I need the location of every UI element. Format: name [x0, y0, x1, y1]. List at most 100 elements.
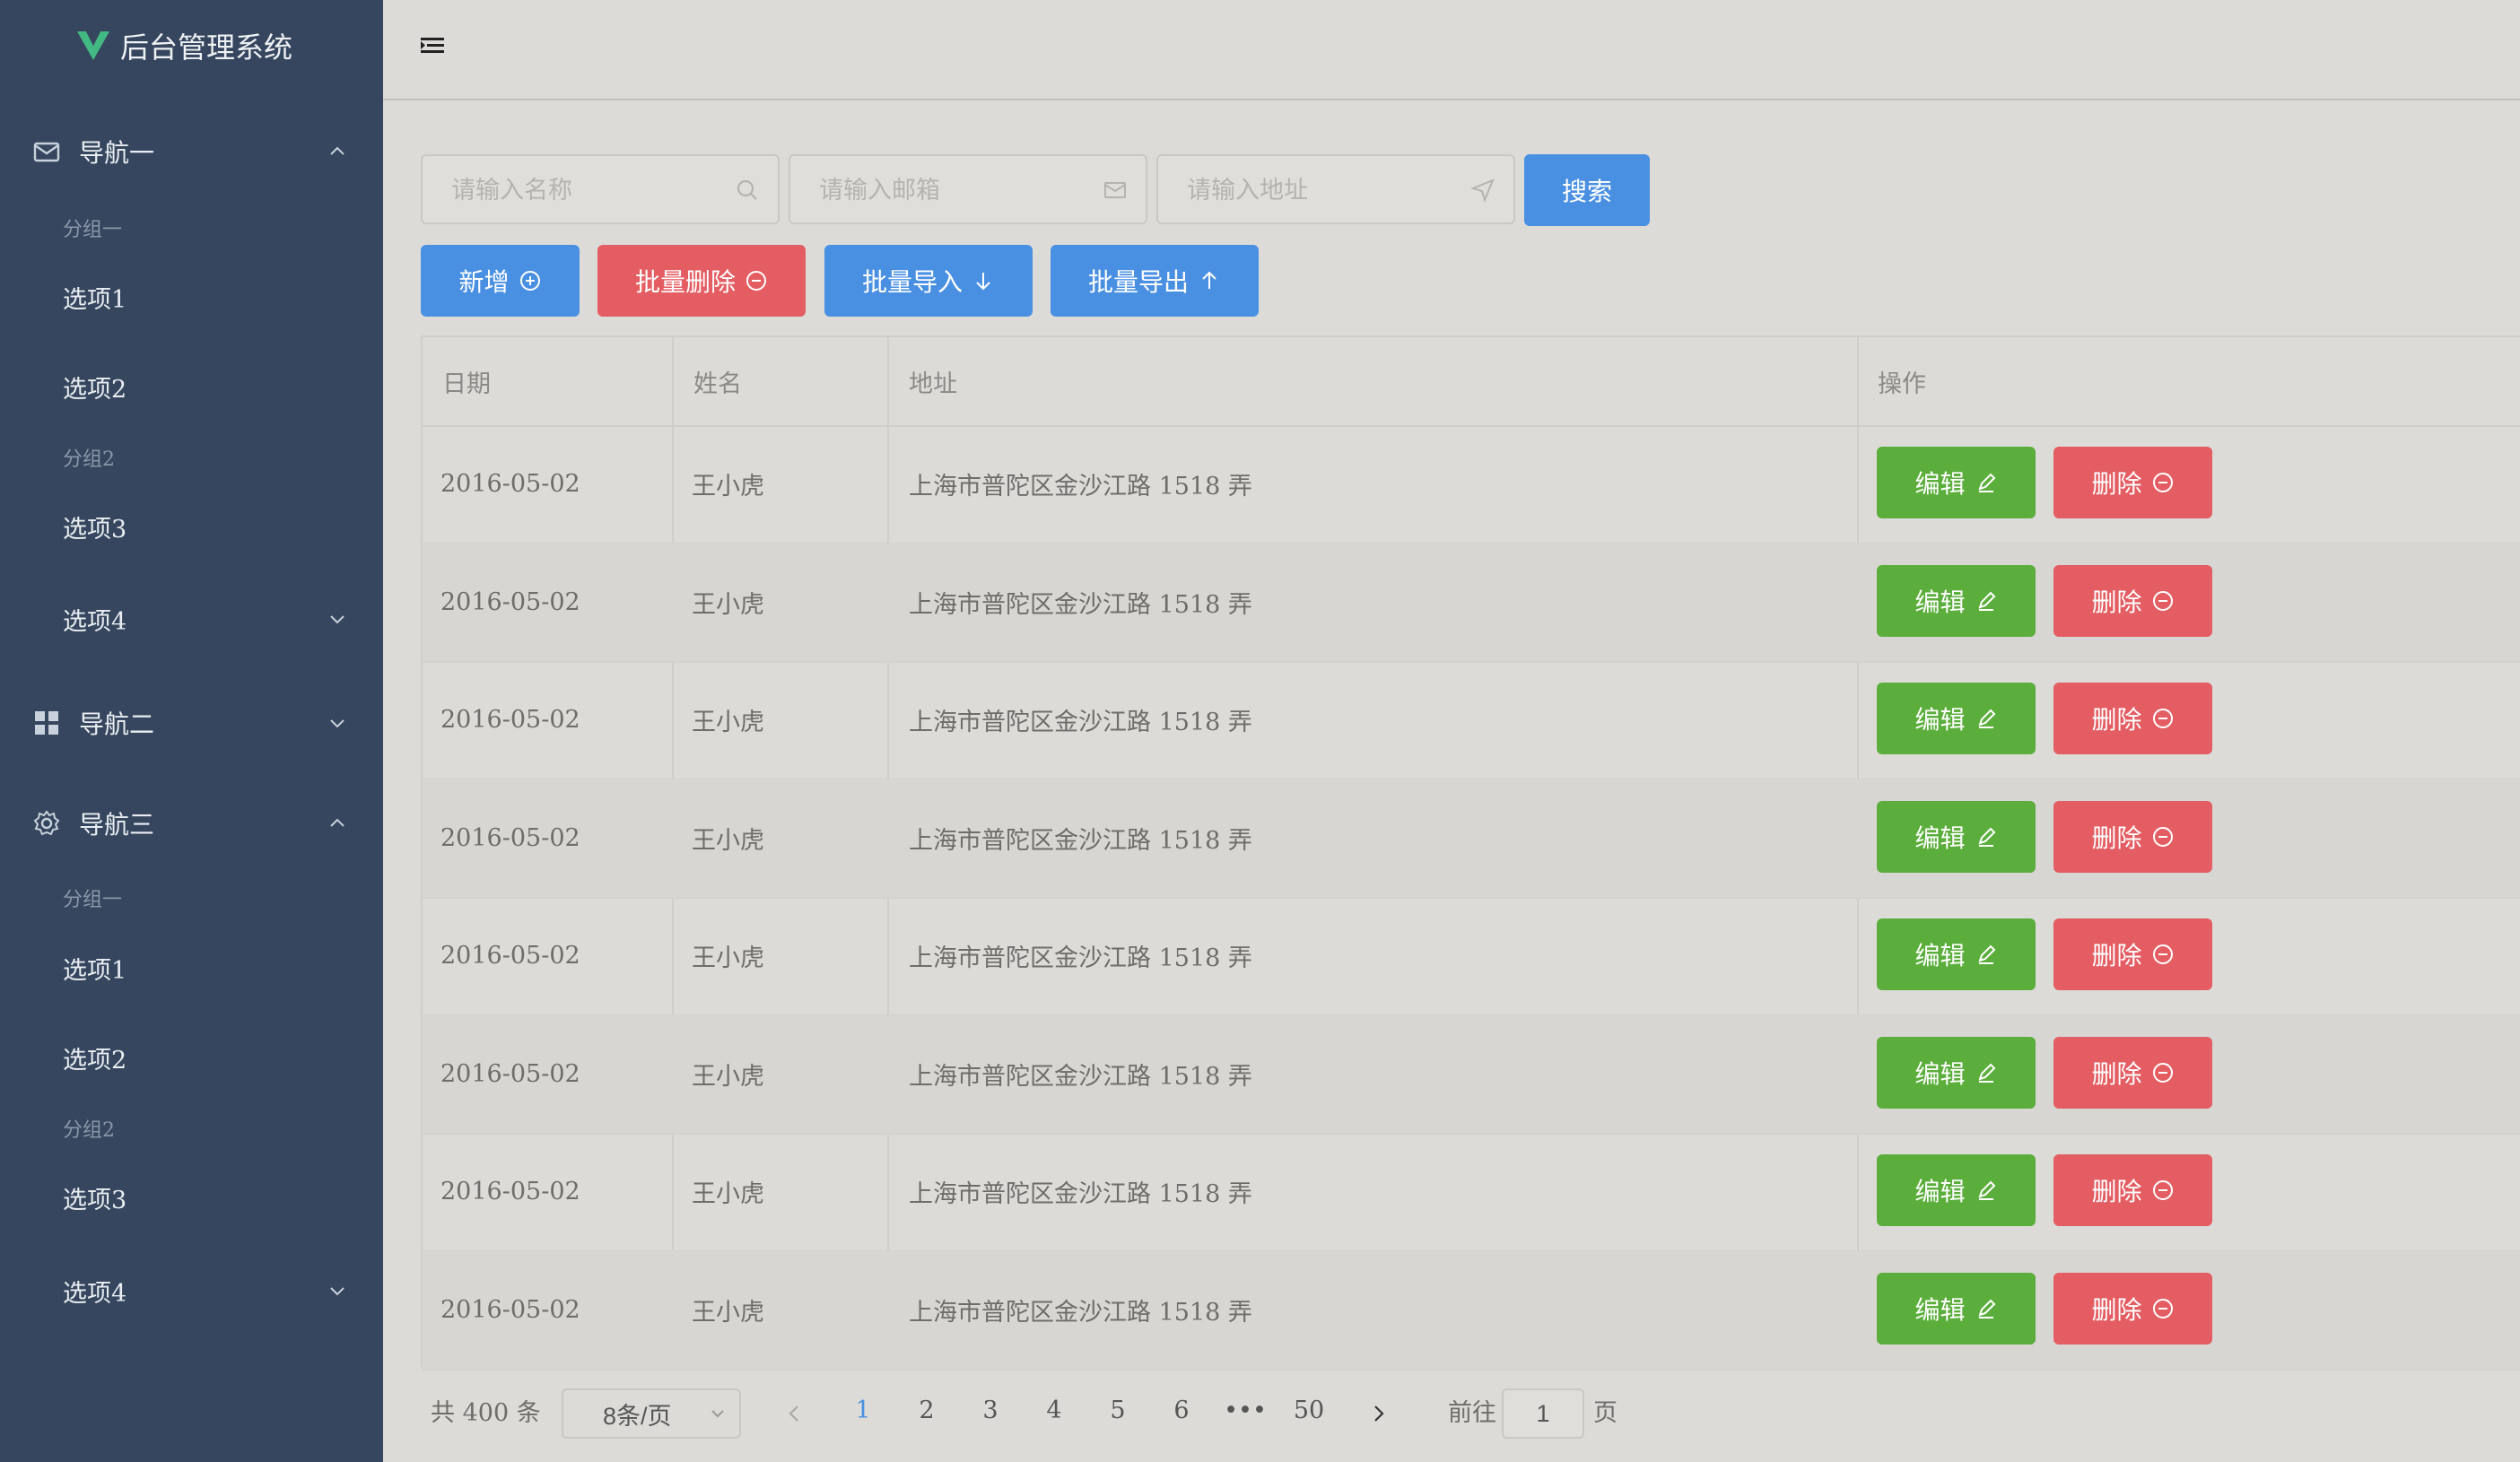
cell-date: 2016-05-02 — [440, 1178, 580, 1205]
delete-button[interactable]: 删除 — [2053, 918, 2212, 990]
delete-button[interactable]: 删除 — [2053, 1154, 2212, 1226]
cell-address: 上海市普陀区金沙江路 1518 弄 — [909, 473, 1252, 500]
batch-export-label: 批量导出 — [1087, 267, 1189, 297]
delete-button[interactable]: 删除 — [2053, 1272, 2212, 1345]
delete-button[interactable]: 删除 — [2053, 447, 2212, 518]
nav-group-2[interactable]: 导航二 — [32, 701, 346, 745]
delete-button[interactable]: 删除 — [2053, 564, 2212, 637]
edit-button-label: 编辑 — [1914, 587, 1966, 617]
column-header-actions: 操作 — [1878, 370, 1926, 398]
sidebar-item-label: 选项4 — [63, 1279, 127, 1308]
group-title: 分组一 — [63, 889, 123, 911]
batch-export-button[interactable]: 批量导出 — [1051, 245, 1259, 317]
table-row: 2016-05-02 王小虎 上海市普陀区金沙江路 1518 弄 编辑 删除 — [423, 543, 2520, 663]
cell-name: 王小虎 — [692, 590, 764, 619]
arrow-down-icon — [976, 273, 990, 291]
page-number[interactable]: 1 — [841, 1383, 885, 1437]
sidebar-item-option2[interactable]: 选项2 — [63, 370, 126, 405]
sidebar-item-option3[interactable]: 选项3 — [63, 509, 126, 544]
sidebar-item-option3[interactable]: 选项3 — [63, 1180, 126, 1215]
cell-date: 2016-05-02 — [440, 706, 580, 734]
app-logo[interactable]: 后台管理系统 — [75, 23, 292, 68]
page-number[interactable]: 50 — [1286, 1383, 1331, 1437]
page-ellipsis[interactable]: ••• — [1223, 1383, 1268, 1437]
plus-circle-icon — [519, 271, 540, 291]
delete-button[interactable]: 删除 — [2053, 1036, 2212, 1109]
column-header-address[interactable]: 地址 — [909, 337, 957, 425]
name-search-field[interactable] — [421, 154, 780, 224]
add-button-label: 新增 — [458, 267, 510, 297]
column-header-name[interactable]: 姓名 — [693, 337, 742, 425]
nav-group-1[interactable]: 导航一 — [32, 129, 346, 174]
arrow-up-icon — [1202, 271, 1216, 289]
vue-logo-icon — [77, 31, 109, 60]
delete-button-label: 删除 — [2091, 587, 2142, 617]
next-page-icon[interactable] — [1368, 1401, 1390, 1426]
search-button-label: 搜索 — [1561, 177, 1612, 206]
cell-date: 2016-05-02 — [440, 1295, 580, 1324]
edit-button[interactable]: 编辑 — [1877, 1154, 2036, 1226]
edit-pen-icon — [1977, 591, 1995, 611]
sidebar-item-option4[interactable]: 选项4 — [63, 1273, 346, 1309]
edit-button[interactable]: 编辑 — [1877, 447, 2036, 518]
sidebar-item-option1[interactable]: 选项1 — [63, 280, 126, 315]
goto-prefix: 前往 — [1448, 1398, 1496, 1427]
edit-button-label: 编辑 — [1914, 822, 1966, 853]
edit-button[interactable]: 编辑 — [1877, 564, 2036, 637]
sidebar-item-option2[interactable]: 选项2 — [63, 1040, 126, 1075]
address-search-field[interactable] — [1156, 154, 1515, 224]
nav-group-3[interactable]: 导航三 — [32, 801, 346, 846]
goto-page-input[interactable]: 1 — [1502, 1388, 1584, 1439]
envelope-icon — [1104, 182, 1126, 198]
edit-button-label: 编辑 — [1914, 705, 1966, 735]
delete-button-label: 删除 — [2091, 705, 2142, 735]
page-size-select[interactable]: 8条/页 — [562, 1388, 741, 1439]
delete-button[interactable]: 删除 — [2053, 683, 2212, 754]
edit-pen-icon — [1977, 944, 1995, 964]
prev-page-icon[interactable] — [783, 1401, 805, 1426]
delete-button-label: 删除 — [2091, 1294, 2142, 1325]
table-row: 2016-05-02 王小虎 上海市普陀区金沙江路 1518 弄 编辑 删除 — [423, 897, 2520, 1016]
name-search-input[interactable] — [449, 156, 722, 224]
nav-2-label: 导航二 — [79, 709, 155, 739]
table-row: 2016-05-02 王小虎 上海市普陀区金沙江路 1518 弄 编辑 删除 — [423, 661, 2520, 780]
edit-button[interactable]: 编辑 — [1877, 1036, 2036, 1109]
cell-address: 上海市普陀区金沙江路 1518 弄 — [909, 1180, 1252, 1208]
app-root: 后台管理系统 导航一 分组一 选项1 选项2 分组2 选项3 选项4 导航二 导… — [0, 0, 2520, 1462]
page-number[interactable]: 6 — [1159, 1383, 1204, 1437]
batch-delete-button[interactable]: 批量删除 — [597, 245, 806, 317]
minus-circle-icon — [2152, 944, 2173, 964]
email-search-field[interactable] — [789, 154, 1147, 224]
table-row: 2016-05-02 王小虎 上海市普陀区金沙江路 1518 弄 编辑 删除 — [423, 425, 2520, 544]
page-number[interactable]: 5 — [1095, 1383, 1140, 1437]
chevron-down-icon — [330, 615, 344, 624]
batch-import-button[interactable]: 批量导入 — [824, 245, 1033, 317]
menu-toggle-icon[interactable] — [419, 32, 446, 59]
delete-button[interactable]: 删除 — [2053, 800, 2212, 873]
sidebar-item-option1[interactable]: 选项1 — [63, 951, 126, 986]
email-search-input[interactable] — [817, 156, 1090, 224]
page-size-value: 8条/页 — [603, 1402, 672, 1430]
chevron-down-icon — [330, 1287, 344, 1296]
delete-button-label: 删除 — [2091, 469, 2142, 499]
group-title: 分组2 — [63, 448, 115, 471]
edit-button[interactable]: 编辑 — [1877, 800, 2036, 873]
address-search-input[interactable] — [1185, 156, 1458, 224]
page-number[interactable]: 2 — [904, 1383, 949, 1437]
edit-button[interactable]: 编辑 — [1877, 1272, 2036, 1345]
page-number[interactable]: 3 — [968, 1383, 1013, 1437]
minus-circle-icon — [2152, 590, 2173, 611]
sidebar-item-option4[interactable]: 选项4 — [63, 601, 346, 637]
cell-date: 2016-05-02 — [440, 942, 580, 970]
cell-name: 王小虎 — [692, 1062, 764, 1091]
column-header-date[interactable]: 日期 — [442, 337, 491, 425]
envelope-icon — [33, 142, 60, 162]
edit-button[interactable]: 编辑 — [1877, 683, 2036, 754]
edit-button[interactable]: 编辑 — [1877, 918, 2036, 990]
page-number[interactable]: 4 — [1032, 1383, 1077, 1437]
search-button[interactable]: 搜索 — [1524, 154, 1650, 226]
edit-pen-icon — [1977, 827, 1995, 847]
batch-import-label: 批量导入 — [861, 267, 963, 297]
chevron-up-icon — [330, 146, 344, 155]
add-button[interactable]: 新增 — [421, 245, 580, 317]
